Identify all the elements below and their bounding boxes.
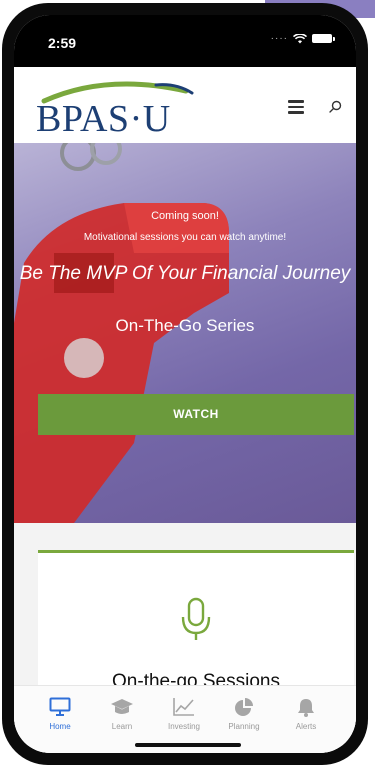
tab-investing[interactable]: Investing (154, 694, 214, 731)
home-indicator[interactable] (135, 743, 241, 747)
microphone-icon (181, 597, 211, 640)
tab-home[interactable]: Home (30, 694, 90, 731)
search-icon[interactable] (327, 99, 343, 115)
tab-alerts-label: Alerts (295, 722, 317, 731)
hero-banner: Coming soon! Motivational sessions you c… (14, 143, 356, 523)
monitor-icon (49, 697, 71, 716)
tab-home-label: Home (49, 722, 71, 731)
tab-investing-label: Investing (167, 722, 201, 731)
phone-frame: 2:59 ···· BPAS·U Coming soon! Motivation… (2, 3, 368, 765)
tab-planning[interactable]: Planning (214, 694, 274, 731)
app-header: BPAS·U (14, 67, 356, 143)
graduation-cap-icon (111, 699, 133, 714)
series-title: On-The-Go Series (115, 316, 255, 335)
pie-chart-icon (235, 698, 253, 716)
hero-subtitle: Motivational sessions you can watch anyt… (83, 232, 287, 243)
signal-icon: ···· (270, 33, 288, 44)
coming-soon-text: Coming soon! (151, 210, 219, 222)
hero-headline: Be The MVP Of Your Financial Journey (19, 263, 351, 284)
tab-learn-label: Learn (111, 722, 133, 731)
watch-button[interactable]: WATCH (38, 394, 354, 435)
wifi-icon (293, 33, 307, 43)
line-chart-icon (173, 698, 194, 716)
brand-logo[interactable]: BPAS·U (36, 77, 216, 140)
status-bar: 2:59 ···· (14, 15, 356, 67)
hamburger-menu-icon[interactable] (288, 100, 304, 114)
app-screen: 2:59 ···· BPAS·U Coming soon! Motivation… (14, 15, 356, 753)
tab-learn[interactable]: Learn (92, 694, 152, 731)
bell-icon (298, 699, 314, 717)
battery-icon (312, 34, 335, 43)
tab-alerts[interactable]: Alerts (276, 694, 336, 731)
tab-planning-label: Planning (228, 722, 260, 731)
logo-text: BPAS·U (36, 98, 171, 140)
status-icons: ···· (270, 33, 335, 44)
status-time: 2:59 (48, 35, 77, 51)
